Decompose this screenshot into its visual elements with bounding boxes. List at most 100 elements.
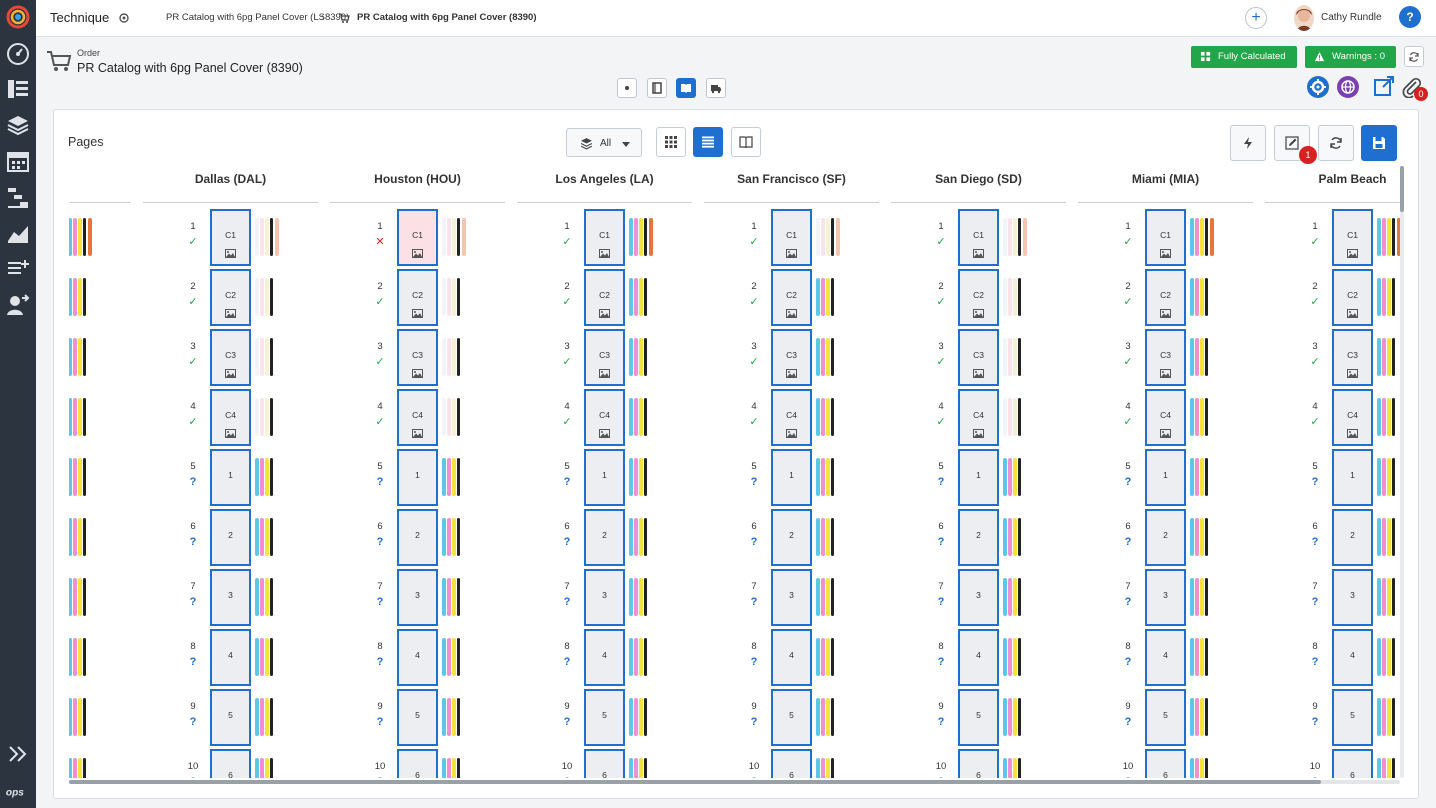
page-thumbnail[interactable]: 2 [958, 509, 999, 566]
page-thumbnail[interactable]: C2 [958, 269, 999, 326]
page-thumbnail[interactable]: 4 [584, 629, 625, 686]
page-thumbnail[interactable]: C3 [958, 329, 999, 386]
page-thumbnail[interactable]: 1 [771, 449, 812, 506]
page-thumbnail[interactable]: C3 [1145, 329, 1186, 386]
app-logo-icon[interactable] [6, 5, 30, 29]
avatar[interactable] [1294, 5, 1314, 31]
page-thumbnail[interactable]: 6 [397, 749, 438, 778]
open-external-button[interactable] [1373, 75, 1395, 97]
horizontal-scrollbar[interactable] [69, 780, 1400, 784]
page-thumbnail[interactable]: 4 [958, 629, 999, 686]
page-thumbnail[interactable]: C3 [397, 329, 438, 386]
page-thumbnail[interactable]: 1 [210, 449, 251, 506]
dashboard-gauge-icon[interactable] [6, 42, 30, 66]
user-transfer-icon[interactable] [6, 293, 30, 317]
page-thumbnail[interactable]: 2 [1145, 509, 1186, 566]
refresh-order-button[interactable] [1404, 46, 1424, 67]
page-thumbnail[interactable]: C2 [397, 269, 438, 326]
page-thumbnail[interactable]: 4 [1332, 629, 1373, 686]
page-thumbnail[interactable]: 4 [1145, 629, 1186, 686]
page-thumbnail[interactable]: C2 [584, 269, 625, 326]
page-thumbnail[interactable]: 6 [771, 749, 812, 778]
page-thumbnail[interactable]: 3 [397, 569, 438, 626]
vertical-scrollbar-thumb[interactable] [1400, 166, 1404, 212]
page-thumbnail[interactable]: 6 [958, 749, 999, 778]
page-thumbnail[interactable]: C2 [210, 269, 251, 326]
page-thumbnail[interactable]: C1 [1332, 209, 1373, 266]
page-thumbnail[interactable]: 5 [397, 689, 438, 746]
page-thumbnail[interactable]: 5 [958, 689, 999, 746]
layers-icon[interactable] [6, 113, 30, 137]
page-thumbnail[interactable]: C4 [1332, 389, 1373, 446]
view-book-button[interactable] [647, 78, 667, 98]
edition-column-header[interactable]: Los Angeles (LA) [517, 166, 692, 203]
page-thumbnail[interactable]: C4 [210, 389, 251, 446]
fully-calculated-badge[interactable]: Fully Calculated [1191, 46, 1297, 68]
page-thumbnail[interactable]: C1 [397, 209, 438, 266]
horizontal-scrollbar-thumb[interactable] [69, 780, 1321, 784]
add-button[interactable]: + [1245, 7, 1267, 29]
view-open-book-button[interactable] [676, 78, 696, 98]
page-thumbnail[interactable]: 3 [1145, 569, 1186, 626]
page-thumbnail[interactable]: 4 [397, 629, 438, 686]
page-thumbnail[interactable]: 5 [1332, 689, 1373, 746]
edition-column-header[interactable]: n (AUS) [69, 166, 131, 203]
page-thumbnail[interactable]: C1 [1145, 209, 1186, 266]
page-thumbnail[interactable]: C4 [958, 389, 999, 446]
page-thumbnail[interactable]: C2 [1332, 269, 1373, 326]
page-thumbnail[interactable]: C3 [771, 329, 812, 386]
page-thumbnail[interactable]: 1 [397, 449, 438, 506]
hierarchy-icon[interactable] [6, 185, 30, 209]
page-thumbnail[interactable]: 5 [210, 689, 251, 746]
area-chart-icon[interactable] [6, 221, 30, 245]
page-thumbnail[interactable]: C3 [1332, 329, 1373, 386]
page-thumbnail[interactable]: 6 [1332, 749, 1373, 778]
spread-view-button[interactable] [731, 127, 761, 157]
expand-rail-icon[interactable] [6, 742, 30, 766]
page-thumbnail[interactable]: 1 [1332, 449, 1373, 506]
edition-column-header[interactable]: San Diego (SD) [891, 166, 1066, 203]
warnings-badge[interactable]: Warnings : 0 [1305, 46, 1396, 68]
edition-column-header[interactable]: San Francisco (SF) [704, 166, 879, 203]
jobs-list-icon[interactable] [6, 77, 30, 101]
page-thumbnail[interactable]: 6 [1145, 749, 1186, 778]
settings-button[interactable] [1307, 76, 1329, 98]
view-shipping-button[interactable] [706, 78, 726, 98]
globe-button[interactable] [1337, 76, 1359, 98]
page-thumbnail[interactable]: C3 [210, 329, 251, 386]
quick-action-button[interactable] [1230, 125, 1266, 161]
page-thumbnail[interactable]: 1 [584, 449, 625, 506]
page-thumbnail[interactable]: C4 [771, 389, 812, 446]
refresh-pages-button[interactable] [1318, 125, 1354, 161]
grid-view-button[interactable] [656, 127, 686, 157]
page-thumbnail[interactable]: 4 [210, 629, 251, 686]
page-thumbnail[interactable]: C1 [584, 209, 625, 266]
page-thumbnail[interactable]: C1 [771, 209, 812, 266]
add-list-icon[interactable] [6, 257, 30, 281]
page-thumbnail[interactable]: 2 [1332, 509, 1373, 566]
page-thumbnail[interactable]: 1 [1145, 449, 1186, 506]
help-button[interactable]: ? [1399, 6, 1421, 28]
page-thumbnail[interactable]: 5 [584, 689, 625, 746]
pages-grid[interactable]: n (AUS) 1 ✓ C1 2 ✓ C2 3 ✓ C3 4 ✓ C4 5? 1 6? 2 7? 3 8? 4 9? 5 10… [69, 166, 1400, 778]
page-thumbnail[interactable]: 3 [958, 569, 999, 626]
page-thumbnail[interactable]: 1 [958, 449, 999, 506]
page-thumbnail[interactable]: 2 [771, 509, 812, 566]
page-thumbnail[interactable]: 5 [771, 689, 812, 746]
page-thumbnail[interactable]: 3 [771, 569, 812, 626]
page-thumbnail[interactable]: 6 [584, 749, 625, 778]
calendar-icon[interactable] [6, 149, 30, 173]
save-button[interactable] [1361, 125, 1397, 161]
page-thumbnail[interactable]: 5 [1145, 689, 1186, 746]
edition-column-header[interactable]: Houston (HOU) [330, 166, 505, 203]
view-dot-button[interactable] [617, 78, 637, 98]
page-thumbnail[interactable]: C1 [958, 209, 999, 266]
list-view-button[interactable] [693, 127, 723, 157]
page-thumbnail[interactable]: 6 [210, 749, 251, 778]
page-thumbnail[interactable]: 2 [397, 509, 438, 566]
page-thumbnail[interactable]: 2 [584, 509, 625, 566]
edition-column-header[interactable]: Dallas (DAL) [143, 166, 318, 203]
page-thumbnail[interactable]: C3 [584, 329, 625, 386]
page-thumbnail[interactable]: 3 [1332, 569, 1373, 626]
page-thumbnail[interactable]: 3 [584, 569, 625, 626]
